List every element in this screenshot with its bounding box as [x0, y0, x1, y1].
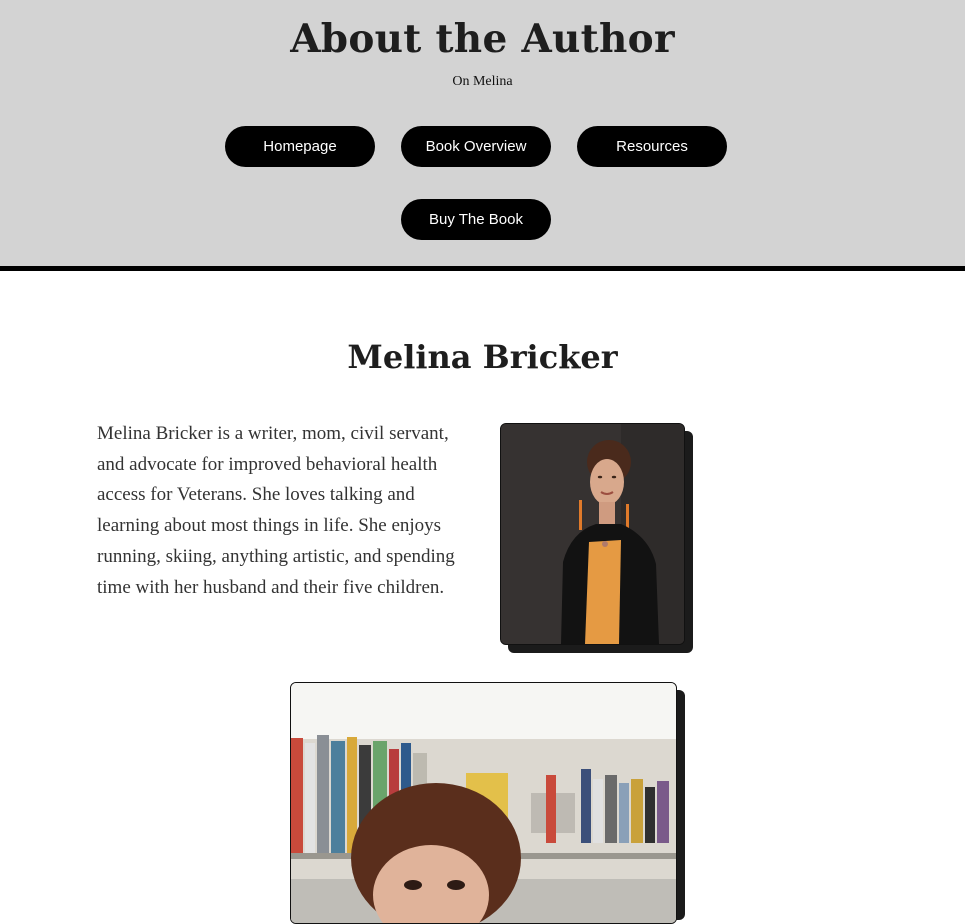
- author-portrait-image: [500, 423, 685, 645]
- author-bio: Melina Bricker is a writer, mom, civil s…: [97, 423, 455, 598]
- page-subtitle: On Melina: [452, 74, 513, 89]
- author-library-illustration: [291, 683, 676, 923]
- nav-homepage-button[interactable]: Homepage: [225, 126, 375, 167]
- nav-book-overview-button[interactable]: Book Overview: [401, 126, 551, 167]
- author-portrait-illustration: [501, 424, 684, 644]
- site-header: About the Author On Melina Homepage Book…: [0, 0, 965, 271]
- nav-resources-button[interactable]: Resources: [577, 126, 727, 167]
- nav-buy-the-book-button[interactable]: Buy The Book: [401, 199, 551, 240]
- page-title: About the Author: [290, 16, 675, 62]
- author-name-heading: Melina Bricker: [347, 338, 618, 376]
- author-library-image: [290, 682, 677, 924]
